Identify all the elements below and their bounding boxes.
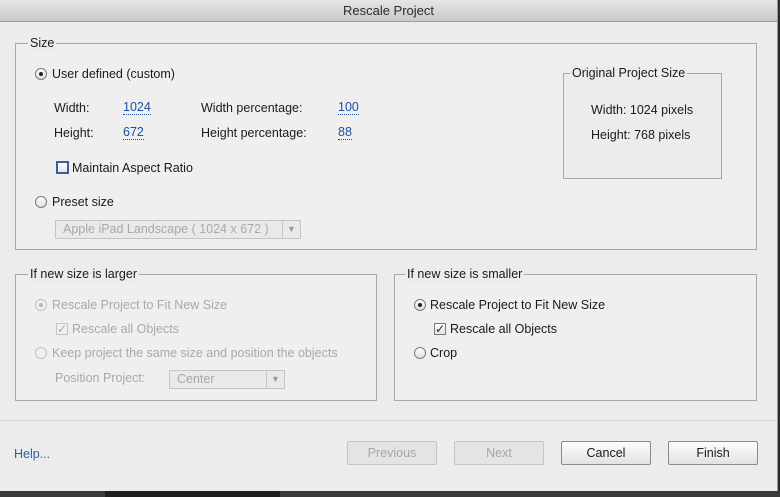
larger-legend: If new size is larger	[28, 266, 139, 282]
larger-rescale-all-checkbox[interactable]: ✓	[56, 323, 68, 335]
preset-size-select[interactable]: Apple iPad Landscape ( 1024 x 672 ) ▼	[55, 220, 301, 239]
smaller-rescale-label[interactable]: Rescale Project to Fit New Size	[430, 297, 605, 313]
larger-rescale-radio[interactable]	[35, 299, 47, 311]
larger-rescale-all-label[interactable]: Rescale all Objects	[72, 321, 179, 337]
original-size-legend: Original Project Size	[570, 65, 688, 81]
size-group: Size User defined (custom) Width: 1024 W…	[15, 35, 757, 250]
width-percentage-value[interactable]: 100	[338, 100, 359, 115]
user-defined-radio[interactable]	[35, 68, 47, 80]
maintain-aspect-ratio-checkbox[interactable]	[56, 161, 69, 174]
position-project-select[interactable]: Center ▼	[169, 370, 285, 389]
height-value[interactable]: 672	[123, 125, 144, 140]
previous-button[interactable]: Previous	[347, 441, 437, 465]
height-percentage-label: Height percentage:	[201, 126, 307, 140]
finish-button[interactable]: Finish	[668, 441, 758, 465]
size-legend: Size	[28, 35, 57, 51]
width-value[interactable]: 1024	[123, 100, 151, 115]
position-project-label: Position Project:	[55, 371, 146, 385]
original-height-text: Height: 768 pixels	[591, 128, 691, 142]
smaller-rescale-all-checkbox[interactable]: ✓	[434, 323, 446, 335]
preset-size-label[interactable]: Preset size	[52, 194, 114, 210]
chevron-down-icon: ▼	[282, 221, 300, 238]
next-button[interactable]: Next	[454, 441, 544, 465]
larger-group: If new size is larger Rescale Project to…	[15, 266, 377, 401]
crop-radio[interactable]	[414, 347, 426, 359]
chevron-down-icon: ▼	[266, 371, 284, 388]
maintain-aspect-ratio-label[interactable]: Maintain Aspect Ratio	[72, 160, 193, 176]
original-project-size-box: Original Project Size Width: 1024 pixels…	[563, 65, 722, 179]
larger-rescale-label[interactable]: Rescale Project to Fit New Size	[52, 297, 227, 313]
smaller-group: If new size is smaller Rescale Project t…	[394, 266, 757, 401]
preset-size-value: Apple iPad Landscape ( 1024 x 672 )	[63, 222, 269, 236]
user-defined-label[interactable]: User defined (custom)	[52, 66, 175, 82]
keep-size-radio[interactable]	[35, 347, 47, 359]
smaller-rescale-all-label[interactable]: Rescale all Objects	[450, 321, 557, 337]
width-label: Width:	[54, 101, 90, 115]
rescale-project-dialog: Rescale Project Size User defined (custo…	[0, 0, 778, 491]
background-strip	[0, 491, 780, 497]
cancel-button[interactable]: Cancel	[561, 441, 651, 465]
help-link[interactable]: Help...	[14, 446, 50, 462]
background-dock	[105, 491, 280, 497]
height-label: Height:	[54, 126, 94, 140]
position-project-value: Center	[177, 372, 215, 386]
preset-size-radio[interactable]	[35, 196, 47, 208]
original-width-text: Width: 1024 pixels	[591, 103, 694, 117]
smaller-legend: If new size is smaller	[405, 266, 525, 282]
crop-label[interactable]: Crop	[430, 345, 457, 361]
footer-divider	[0, 420, 777, 421]
keep-size-label[interactable]: Keep project the same size and position …	[52, 345, 338, 361]
width-percentage-label: Width percentage:	[201, 101, 303, 115]
smaller-rescale-radio[interactable]	[414, 299, 426, 311]
dialog-title: Rescale Project	[0, 0, 777, 22]
height-percentage-value[interactable]: 88	[338, 125, 352, 140]
